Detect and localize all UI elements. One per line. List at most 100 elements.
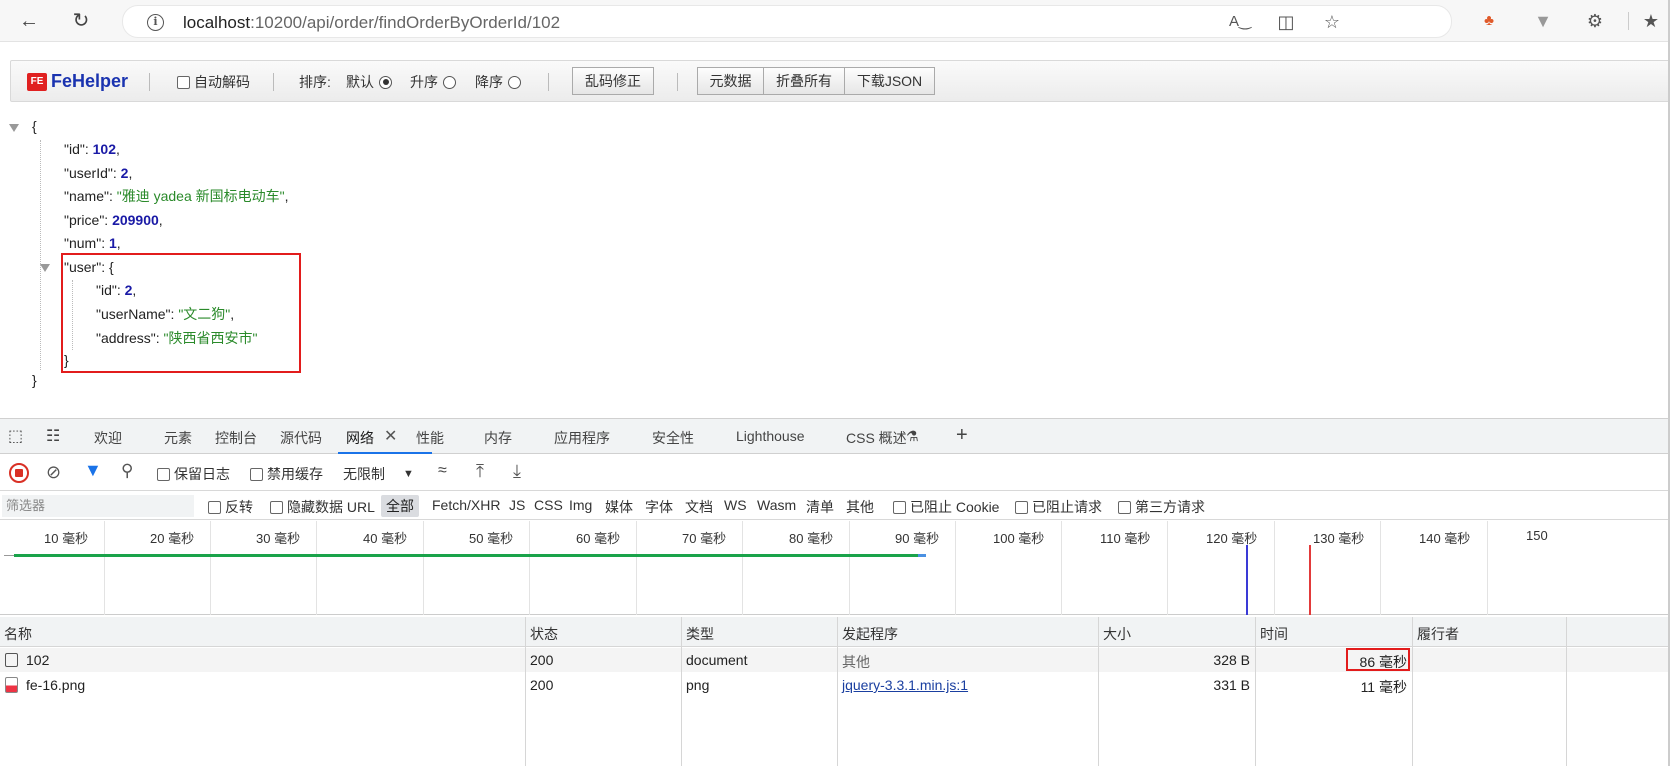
export-har-icon[interactable]: ⤓ [513, 461, 521, 482]
filter-type-img[interactable]: Img [569, 497, 592, 513]
column-time[interactable]: 时间 [1260, 624, 1288, 644]
collapse-all-button[interactable]: 折叠所有 [763, 67, 845, 95]
filter-input[interactable]: 筛选器 [2, 495, 194, 517]
inspect-element-icon[interactable]: ⬚ [8, 426, 23, 446]
tab-network[interactable]: 网络 [346, 428, 374, 448]
disable-cache-checkbox[interactable]: 禁用缓存 [250, 464, 323, 484]
filter-type-media[interactable]: 媒体 [605, 497, 633, 517]
tab-security[interactable]: 安全性 [652, 428, 694, 448]
radio-selected[interactable] [379, 75, 392, 89]
vue-devtools-icon[interactable]: ▼ [1530, 8, 1556, 34]
filter-type-wasm[interactable]: Wasm [757, 497, 796, 513]
filter-type-font[interactable]: 字体 [645, 497, 673, 517]
column-name[interactable]: 名称 [4, 624, 32, 644]
tab-lighthouse[interactable]: Lighthouse [736, 428, 805, 444]
checkbox-box[interactable] [250, 467, 263, 481]
clear-icon[interactable]: ⊘ [46, 462, 61, 483]
preserve-log-checkbox[interactable]: 保留日志 [157, 464, 230, 484]
fix-garbled-button[interactable]: 乱码修正 [572, 67, 654, 95]
user-highlight-box [61, 253, 301, 373]
request-initiator-link[interactable]: jquery-3.3.1.min.js:1 [842, 677, 968, 693]
checkbox-box[interactable] [1118, 500, 1131, 514]
json-number: 102 [92, 141, 116, 157]
third-party-checkbox[interactable]: 第三方请求 [1118, 497, 1205, 517]
network-conditions-icon[interactable]: ≈ [438, 462, 447, 480]
column-divider[interactable] [837, 617, 838, 766]
tab-application[interactable]: 应用程序 [554, 428, 610, 448]
search-icon[interactable]: ⚲ [121, 461, 133, 481]
column-initiator[interactable]: 发起程序 [842, 624, 898, 644]
table-row[interactable]: fe-16.png 200 png jquery-3.3.1.min.js:1 … [0, 673, 1670, 697]
column-size[interactable]: 大小 [1103, 624, 1131, 644]
column-divider[interactable] [1566, 617, 1567, 766]
address-bar[interactable]: i localhost:10200/api/order/findOrderByO… [122, 5, 1452, 38]
column-divider[interactable] [1412, 617, 1413, 766]
filter-all-button[interactable]: 全部 [381, 495, 419, 517]
filter-type-ws[interactable]: WS [724, 497, 747, 513]
blocked-cookies-checkbox[interactable]: 已阻止 Cookie [893, 497, 999, 517]
sort-desc-radio[interactable]: 降序 [475, 72, 521, 92]
tab-performance[interactable]: 性能 [416, 428, 444, 448]
tab-console[interactable]: 控制台 [215, 428, 257, 448]
column-fulfilled-by[interactable]: 履行者 [1417, 624, 1459, 644]
table-row[interactable]: 102 200 document 其他 328 B 86 毫秒 [0, 648, 1670, 672]
sort-default-radio[interactable]: 默认 [346, 72, 392, 92]
column-divider[interactable] [681, 617, 682, 766]
checkbox-box[interactable] [893, 500, 906, 514]
tab-elements[interactable]: 元素 [164, 428, 192, 448]
timeline-overview[interactable]: 10 毫秒 20 毫秒 30 毫秒 40 毫秒 50 毫秒 60 毫秒 70 毫… [0, 521, 1670, 615]
favorite-star-icon[interactable]: ☆ [1319, 9, 1345, 35]
radio-unselected[interactable] [443, 75, 456, 89]
tab-sources[interactable]: 源代码 [280, 428, 322, 448]
extensions-puzzle-icon[interactable]: ⚙ [1582, 8, 1608, 34]
auto-decode-checkbox[interactable]: 自动解码 [177, 72, 250, 92]
collapse-toggle-icon[interactable] [9, 124, 19, 132]
filter-type-manifest[interactable]: 清单 [806, 497, 834, 517]
filter-type-css[interactable]: CSS [534, 497, 563, 513]
url-text[interactable]: localhost:10200/api/order/findOrderByOrd… [183, 13, 560, 33]
checkbox-box[interactable] [177, 75, 190, 89]
reload-icon[interactable]: ↻ [68, 8, 94, 34]
filter-type-doc[interactable]: 文档 [685, 497, 713, 517]
tab-memory[interactable]: 内存 [484, 428, 512, 448]
split-screen-icon[interactable]: ◫ [1273, 9, 1299, 35]
checkbox-box[interactable] [208, 500, 221, 514]
checkbox-box[interactable] [157, 467, 170, 481]
invert-checkbox[interactable]: 反转 [208, 497, 253, 517]
column-divider[interactable] [1255, 617, 1256, 766]
timeline-gridline [104, 521, 105, 615]
record-stop-icon[interactable] [9, 463, 29, 483]
read-aloud-icon[interactable]: A‿ [1227, 9, 1253, 35]
radio-unselected[interactable] [508, 75, 521, 89]
tab-welcome[interactable]: 欢迎 [94, 428, 122, 448]
close-tab-icon[interactable]: ✕ [384, 426, 397, 446]
blocked-requests-checkbox[interactable]: 已阻止请求 [1015, 497, 1102, 517]
import-har-icon[interactable]: ⤒ [476, 461, 484, 482]
hide-data-url-checkbox[interactable]: 隐藏数据 URL [270, 497, 375, 517]
throttle-select[interactable]: 无限制 ▼ [343, 464, 414, 484]
extension-icon[interactable]: ♣ [1476, 8, 1502, 34]
fehelper-logo[interactable]: FE FeHelper [27, 71, 128, 92]
site-info-icon[interactable]: i [147, 14, 164, 31]
back-arrow-icon[interactable]: ← [16, 8, 42, 34]
checkbox-box[interactable] [1015, 500, 1028, 514]
filter-type-xhr[interactable]: Fetch/XHR [432, 497, 500, 513]
column-type[interactable]: 类型 [686, 624, 714, 644]
add-tab-icon[interactable]: + [956, 424, 968, 447]
divider [677, 73, 678, 91]
checkbox-box[interactable] [270, 500, 283, 514]
filter-type-js[interactable]: JS [509, 497, 525, 513]
metadata-button[interactable]: 元数据 [697, 67, 764, 95]
collapse-toggle-icon[interactable] [40, 264, 50, 272]
column-status[interactable]: 状态 [530, 624, 558, 644]
device-toolbar-icon[interactable]: ☷ [46, 426, 60, 446]
column-divider[interactable] [1098, 617, 1099, 766]
filter-icon[interactable]: ▼ [84, 460, 102, 481]
tab-css-overview[interactable]: CSS 概述 [846, 428, 907, 448]
column-divider[interactable] [525, 617, 526, 766]
sort-asc-radio[interactable]: 升序 [410, 72, 456, 92]
timeline-tick-label: 80 毫秒 [789, 531, 834, 546]
filter-type-other[interactable]: 其他 [846, 497, 874, 517]
favorites-icon[interactable]: ★ [1638, 8, 1664, 34]
download-json-button[interactable]: 下载JSON [844, 67, 935, 95]
